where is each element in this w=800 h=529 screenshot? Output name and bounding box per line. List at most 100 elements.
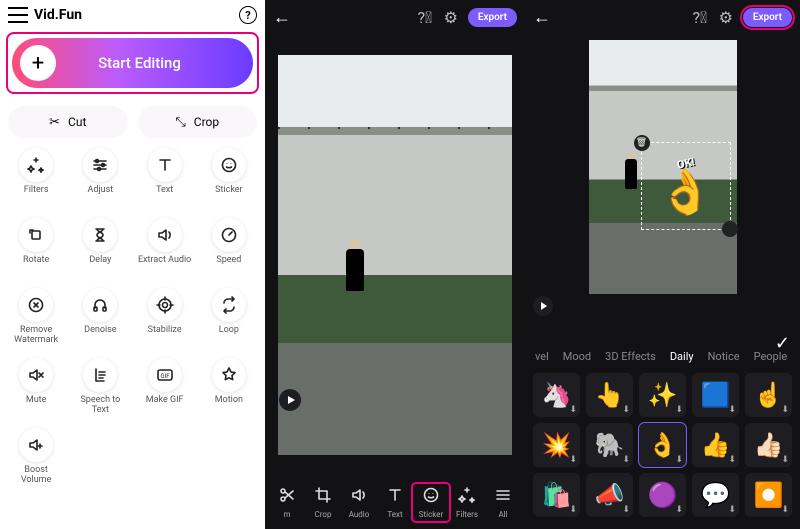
tool-loop[interactable]: Loop [197,288,261,356]
editor-tool-audio[interactable]: Audio [341,486,377,519]
settings-icon[interactable]: ⚙ [717,8,735,26]
sticker-item[interactable]: 💬⬇ [692,473,739,517]
sticker-glyph: 👆 [595,381,625,409]
crop-button[interactable]: ⤡ Crop [138,106,258,138]
placed-sticker[interactable]: OK! 👌 [648,149,724,223]
sticker-preview[interactable]: 🗑 OK! 👌 ✓ [525,34,800,314]
settings-icon[interactable]: ⚙ [442,8,460,26]
editor-tool-crop[interactable]: Crop [305,486,341,519]
help-icon[interactable]: ?⃝ [691,8,709,26]
start-editing-button[interactable]: + Start Editing [12,38,253,88]
editor-canvas[interactable] [265,34,525,475]
sticker-glyph: ⏺️ [754,481,784,509]
cut-button[interactable]: ✂ Cut [8,106,128,138]
editor-tool-filters[interactable]: Filters [449,486,485,519]
sticker-item[interactable]: 👌⬇ [639,423,686,467]
sticker-tab[interactable]: vel [535,350,549,363]
sticker-tab[interactable]: Notice [708,350,740,363]
sticker-glyph: 🛍️ [542,481,572,509]
tool-label: Boost Volume [8,466,64,486]
sticker-item[interactable]: 🛍️⬇ [533,473,580,517]
back-icon[interactable]: ← [273,7,291,28]
tool-text[interactable]: Text [133,148,197,216]
app-title: Vid.Fun [34,7,239,23]
volplus-icon [19,428,53,462]
tool-stabilize[interactable]: Stabilize [133,288,197,356]
sticker-selection-box[interactable]: 🗑 OK! 👌 [641,142,731,230]
sticker-glyph: 👍 [701,431,731,459]
tool-label: Speech to Text [72,396,128,416]
sticker-item[interactable]: 👆⬇ [586,373,633,417]
sticker-glyph: 👌 [648,431,678,459]
tool-label: Denoise [84,326,116,336]
play-button[interactable] [533,296,553,316]
sticker-item[interactable]: 🟣⬇ [639,473,686,517]
sticker-glyph: 👍🏻 [754,431,784,459]
menu-icon[interactable] [8,7,28,23]
tool-filters[interactable]: Filters [4,148,68,216]
editor-tool-label: Crop [315,510,332,519]
tool-label: Stabilize [148,326,182,336]
editor-tool-all[interactable]: All [485,486,521,519]
audio-icon [350,486,368,508]
plus-icon: + [20,45,56,81]
tool-motion[interactable]: Motion [197,358,261,426]
tool-extract-audio[interactable]: Extract Audio [133,218,197,286]
sticker-glyph: ☝️ [754,381,784,409]
editor-tool-text[interactable]: Text [377,486,413,519]
tool-speech-to-text[interactable]: Speech to Text [68,358,132,426]
text-icon [386,486,404,508]
editor-tool-label: Text [387,510,402,519]
tool-label: Text [156,186,173,196]
export-button[interactable]: Export [743,8,792,27]
tool-sticker[interactable]: Sticker [197,148,261,216]
download-icon: ⬇ [781,455,789,465]
gauge-icon [212,218,246,252]
download-icon: ⬇ [622,505,630,515]
tool-delay[interactable]: Delay [68,218,132,286]
back-icon[interactable]: ← [533,7,551,28]
gif-icon: GIF [148,358,182,392]
tool-denoise[interactable]: Denoise [68,288,132,356]
editor-tool-trim[interactable]: m [269,486,305,519]
play-button[interactable] [279,389,301,411]
tool-make-gif[interactable]: GIF Make GIF [133,358,197,426]
confirm-icon[interactable]: ✓ [775,333,790,354]
download-icon: ⬇ [728,505,736,515]
sticker-tab[interactable]: 3D Effects [605,350,656,363]
sticker-tab[interactable]: Mood [563,350,591,363]
tool-speed[interactable]: Speed [197,218,261,286]
tool-label: Motion [215,396,243,406]
tool-label: Mute [26,396,47,406]
editor-tool-label: Sticker [419,510,443,519]
sticker-item[interactable]: ✨⬇ [639,373,686,417]
sticker-item[interactable]: 🟦⬇ [692,373,739,417]
tool-label: Loop [219,326,239,336]
sticker-panel: ← ?⃝ ⚙ Export 🗑 OK! 👌 ✓ vel Mood 3D Effect… [525,0,800,529]
tool-label: Make GIF [146,396,184,406]
tool-remove-watermark[interactable]: Remove Watermark [4,288,68,356]
tool-mute[interactable]: Mute [4,358,68,426]
export-button[interactable]: Export [468,8,517,27]
sticker-item[interactable]: 👍⬇ [692,423,739,467]
tool-rotate[interactable]: Rotate [4,218,68,286]
sticker-item[interactable]: ☝️⬇ [745,373,792,417]
sticker-item[interactable]: ⏺️⬇ [745,473,792,517]
sticker-item[interactable]: 💥⬇ [533,423,580,467]
editor-tool-label: m [283,510,290,519]
sticker-tab[interactable]: Daily [670,350,694,363]
download-icon: ⬇ [569,505,577,515]
tool-label: Sticker [215,186,242,196]
help-icon[interactable]: ?⃝ [416,8,434,26]
sticker-item[interactable]: 📣⬇ [586,473,633,517]
sticker-item[interactable]: 👍🏻⬇ [745,423,792,467]
editor-tool-sticker[interactable]: Sticker [413,484,449,521]
download-icon: ⬇ [569,455,577,465]
resize-handle-icon[interactable] [722,221,738,237]
tool-adjust[interactable]: Adjust [68,148,132,216]
help-icon[interactable]: ? [239,6,257,24]
sticker-item[interactable]: 🐘⬇ [586,423,633,467]
tool-boost-volume[interactable]: Boost Volume [4,428,68,496]
scissors-icon [278,486,296,508]
sticker-item[interactable]: 🦄⬇ [533,373,580,417]
